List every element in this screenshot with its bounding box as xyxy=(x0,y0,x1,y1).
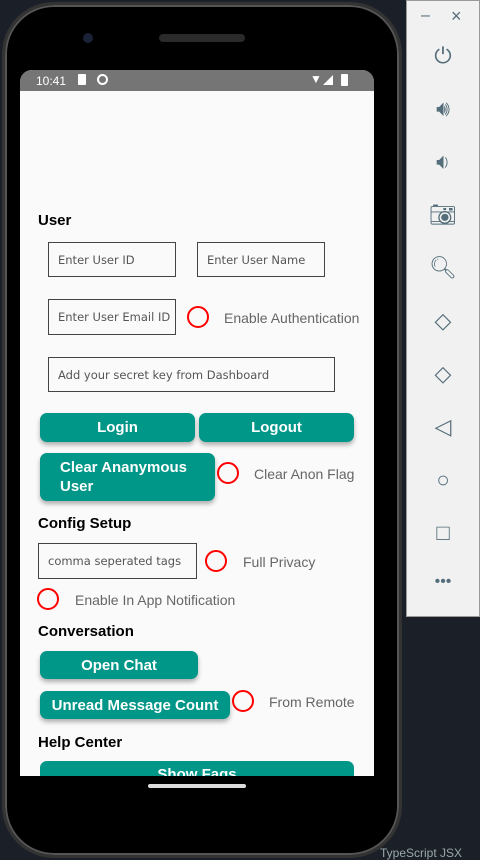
volume-up-icon[interactable]: 🔊︎ xyxy=(407,96,479,122)
close-button[interactable]: × xyxy=(451,6,462,27)
minimize-button[interactable]: – xyxy=(421,7,430,25)
from-remote-radio[interactable] xyxy=(232,690,254,712)
full-privacy-label: Full Privacy xyxy=(243,554,316,570)
rotate-right-icon[interactable]: ◇ xyxy=(407,361,479,387)
home-gesture-bar[interactable] xyxy=(148,784,246,788)
open-chat-button[interactable]: Open Chat xyxy=(40,651,198,679)
logout-button[interactable]: Logout xyxy=(199,413,354,442)
volume-down-icon[interactable]: 🔉︎ xyxy=(407,149,479,175)
rotate-left-icon[interactable]: ◇ xyxy=(407,308,479,334)
camera-icon[interactable]: 📷︎ xyxy=(407,202,479,228)
from-remote-label: From Remote xyxy=(269,694,355,710)
user-email-input[interactable]: Enter User Email ID xyxy=(48,299,176,335)
conversation-heading: Conversation xyxy=(38,623,134,640)
show-faqs-clip: Show Faqs xyxy=(40,761,354,776)
config-heading: Config Setup xyxy=(38,515,132,532)
in-app-notification-label: Enable In App Notification xyxy=(75,592,236,608)
user-id-input[interactable]: Enter User ID xyxy=(48,242,176,277)
home-icon[interactable]: ○ xyxy=(407,467,479,493)
back-icon[interactable]: ◁ xyxy=(407,414,479,440)
more-icon[interactable]: ••• xyxy=(407,573,479,591)
clear-anon-flag-label: Clear Anon Flag xyxy=(254,466,355,482)
enable-auth-label: Enable Authentication xyxy=(224,310,360,326)
overview-icon[interactable]: □ xyxy=(407,520,479,546)
login-button[interactable]: Login xyxy=(40,413,195,442)
secret-key-input[interactable]: Add your secret key from Dashboard xyxy=(48,357,335,392)
emulator-toolbar: – × ⏻ 🔊︎ 🔉︎ 📷︎ 🔍︎ ◇ ◇ ◁ ○ □ ••• xyxy=(406,0,480,617)
clear-anonymous-user-button[interactable]: Clear Ananymous User xyxy=(40,453,215,501)
show-faqs-button[interactable]: Show Faqs xyxy=(40,761,354,776)
enable-auth-radio[interactable] xyxy=(187,306,209,328)
user-heading: User xyxy=(38,212,72,229)
tags-input[interactable]: comma seperated tags xyxy=(38,543,197,579)
zoom-icon[interactable]: 🔍︎ xyxy=(407,255,479,281)
unread-count-button[interactable]: Unread Message Count xyxy=(40,691,230,719)
clear-anon-line2: User xyxy=(60,478,94,495)
clear-anon-flag-radio[interactable] xyxy=(217,462,239,484)
user-name-input[interactable]: Enter User Name xyxy=(197,242,325,277)
help-heading: Help Center xyxy=(38,734,123,751)
in-app-notification-radio[interactable] xyxy=(37,588,59,610)
full-privacy-radio[interactable] xyxy=(205,550,227,572)
clear-anon-line1: Clear Ananymous xyxy=(60,459,187,476)
power-icon[interactable]: ⏻ xyxy=(407,43,479,69)
